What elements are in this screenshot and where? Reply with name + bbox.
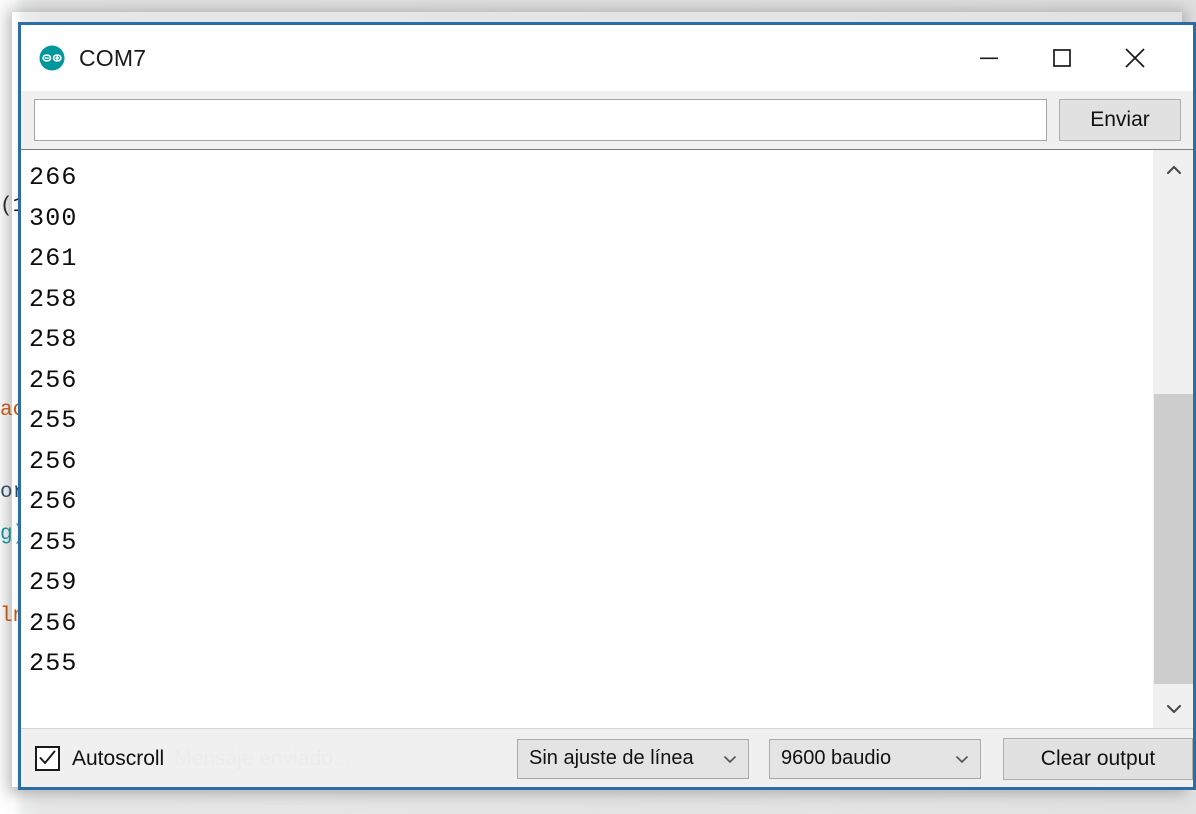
status-bar: Autoscroll Mensaje enviado... Sin ajuste… (21, 728, 1193, 787)
scroll-down-button[interactable] (1154, 689, 1193, 728)
scrollbar-track[interactable] (1154, 189, 1193, 689)
line-ending-select[interactable]: Sin ajuste de línea (517, 738, 749, 779)
autoscroll-checkbox[interactable] (35, 746, 60, 771)
maximize-icon (1052, 49, 1071, 67)
minimize-icon (979, 57, 998, 60)
scroll-up-button[interactable] (1154, 150, 1193, 189)
status-ghost-text: Mensaje enviado... (174, 746, 351, 770)
serial-monitor-window: COM7 Enviar 266 300 261 258 258 256 255 … (18, 22, 1196, 790)
window-title: COM7 (79, 44, 147, 71)
checkmark-icon (39, 750, 56, 764)
line-ending-value: Sin ajuste de línea (529, 747, 694, 769)
chevron-up-icon (1166, 165, 1181, 174)
baud-rate-value: 9600 baudio (781, 747, 892, 769)
arduino-logo-icon (39, 45, 65, 71)
serial-output-text[interactable]: 266 300 261 258 258 256 255 256 256 255 … (21, 150, 1153, 728)
autoscroll-label: Autoscroll (72, 746, 165, 770)
output-scrollbar[interactable] (1153, 150, 1193, 728)
close-button[interactable] (1098, 25, 1171, 91)
serial-output-area: 266 300 261 258 258 256 255 256 256 255 … (21, 149, 1193, 728)
chevron-down-icon (724, 755, 736, 763)
maximize-button[interactable] (1025, 25, 1098, 91)
clear-output-button[interactable]: Clear output (1003, 737, 1193, 780)
chevron-down-icon (956, 755, 968, 763)
minimize-button[interactable] (952, 25, 1025, 91)
send-row: Enviar (21, 91, 1193, 149)
title-bar[interactable]: COM7 (21, 25, 1193, 91)
baud-rate-select[interactable]: 9600 baudio (769, 738, 981, 779)
chevron-down-icon (1166, 704, 1181, 713)
send-button[interactable]: Enviar (1059, 99, 1181, 141)
send-message-input[interactable] (34, 99, 1047, 141)
autoscroll-checkbox-group[interactable]: Autoscroll (35, 746, 164, 771)
scrollbar-thumb[interactable] (1154, 394, 1193, 684)
window-controls (952, 25, 1193, 91)
close-icon (1124, 48, 1145, 68)
